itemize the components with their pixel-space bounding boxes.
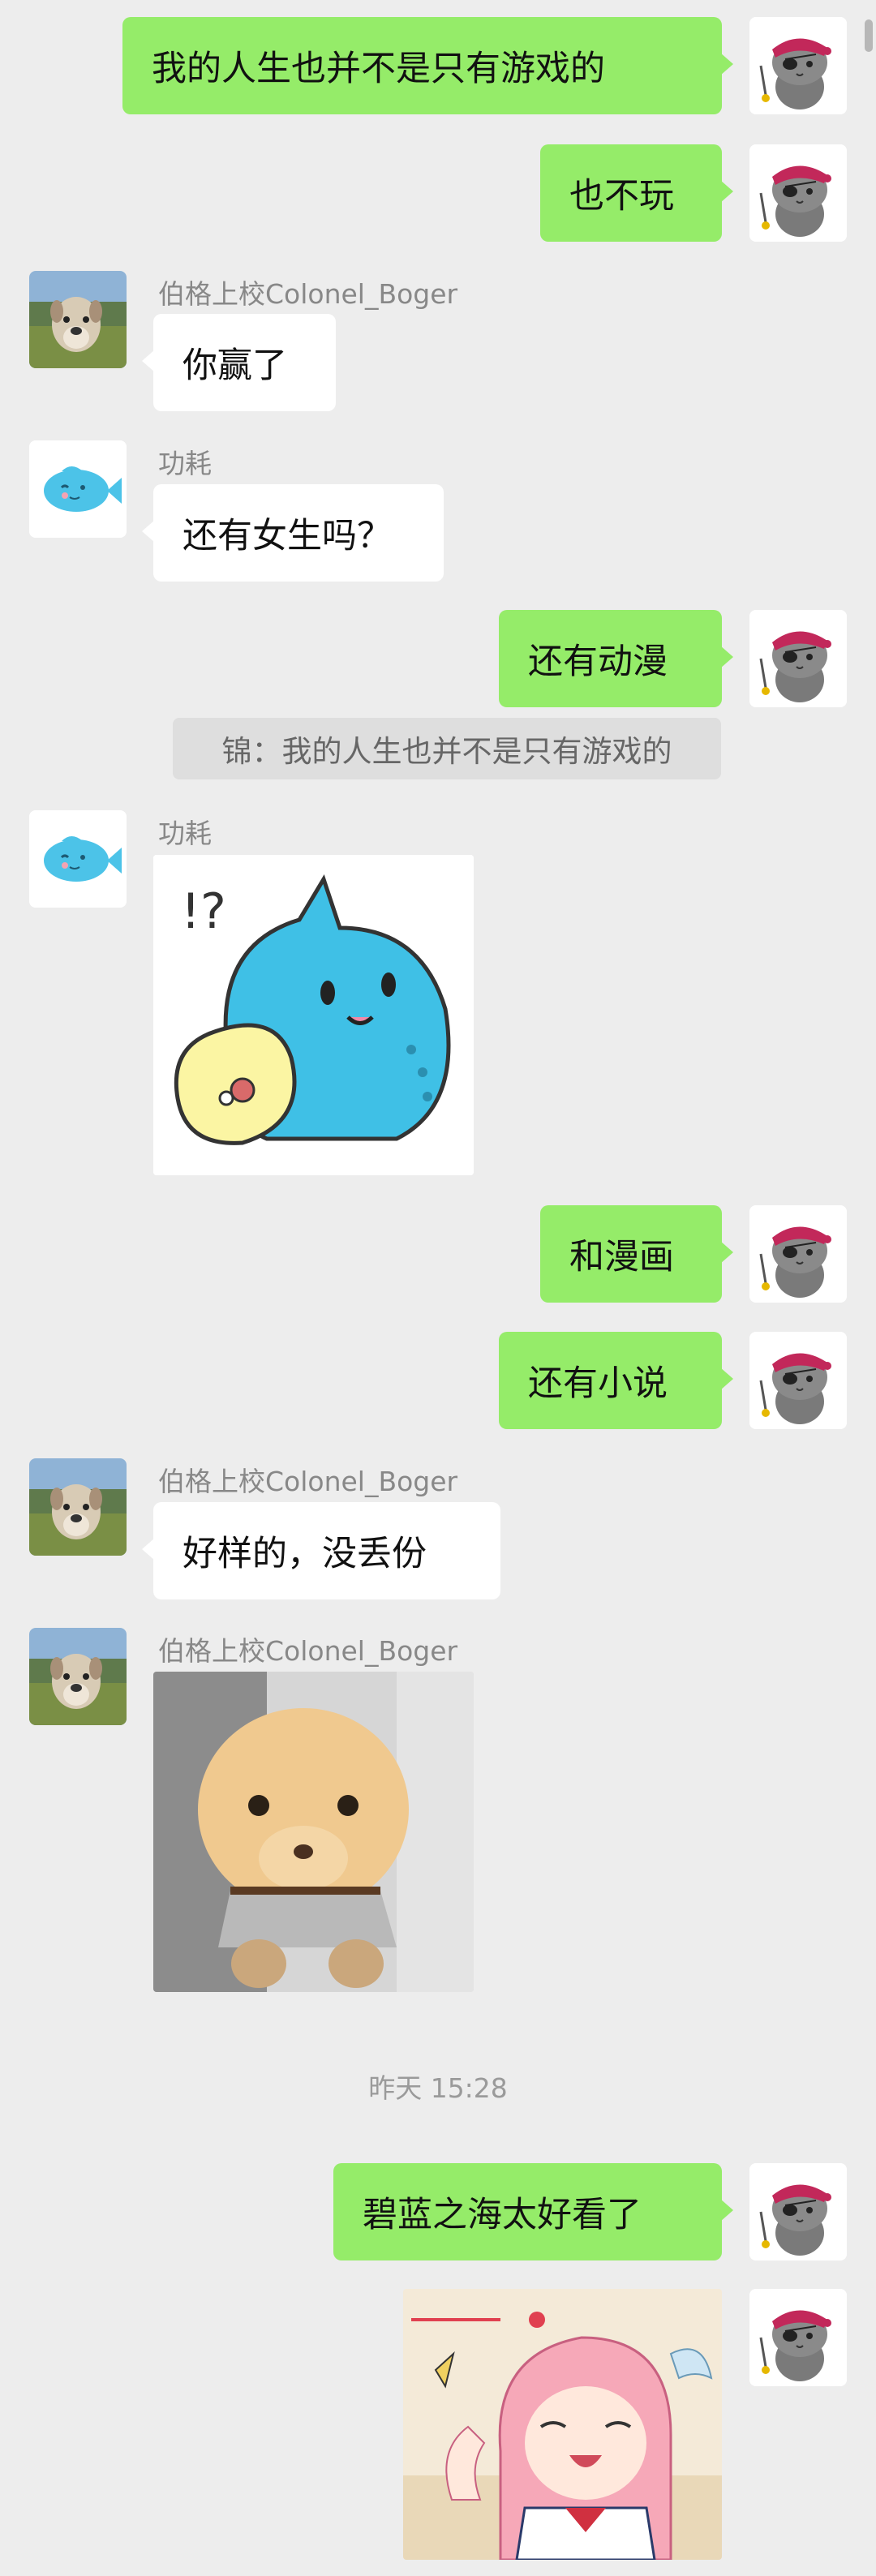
my-avatar[interactable] xyxy=(749,1205,847,1303)
my-avatar[interactable] xyxy=(749,144,847,242)
sender-name: 伯格上校Colonel_Boger xyxy=(158,1466,458,1497)
message-text: 还有动漫 xyxy=(528,642,668,682)
chat-timestamp: 昨天 15:28 xyxy=(368,2072,508,2104)
pirate-cat-avatar-icon xyxy=(749,2163,847,2260)
anime-girl-sticker-icon xyxy=(403,2289,722,2560)
message-bubble[interactable]: 我的人生也并不是只有游戏的 xyxy=(122,17,733,114)
message-bubble[interactable]: 好样的，没丢份 xyxy=(142,1502,500,1599)
my-avatar[interactable] xyxy=(749,610,847,707)
quoted-message[interactable]: 锦：我的人生也并不是只有游戏的 xyxy=(173,718,721,779)
message-text: 我的人生也并不是只有游戏的 xyxy=(152,49,605,89)
pirate-cat-avatar-icon xyxy=(749,17,847,114)
sticker-caption: !? xyxy=(181,883,226,940)
blue-cat-sticker-icon: !? xyxy=(153,855,474,1175)
sender-name: 伯格上校Colonel_Boger xyxy=(158,278,458,310)
my-avatar[interactable] xyxy=(749,2163,847,2260)
quoted-message-text: 锦：我的人生也并不是只有游戏的 xyxy=(221,734,672,769)
contact-avatar-gonghao[interactable] xyxy=(29,440,127,538)
message-bubble[interactable]: 你赢了 xyxy=(142,314,336,411)
my-avatar[interactable] xyxy=(749,2289,847,2386)
blue-fish-avatar-icon xyxy=(29,810,127,908)
plush-dog-photo[interactable] xyxy=(153,1672,474,1992)
message-bubble[interactable]: 和漫画 xyxy=(540,1205,733,1303)
message-text: 也不玩 xyxy=(569,176,674,217)
blue-fish-avatar-icon xyxy=(29,440,127,538)
pirate-cat-avatar-icon xyxy=(749,1205,847,1303)
message-text: 好样的，没丢份 xyxy=(182,1534,427,1574)
message-bubble[interactable]: 也不玩 xyxy=(540,144,733,242)
message-bubble[interactable]: 还有小说 xyxy=(499,1332,733,1429)
pirate-cat-avatar-icon xyxy=(749,144,847,242)
blue-cat-sticker[interactable]: !? xyxy=(153,855,474,1175)
plush-dog-photo-icon xyxy=(153,1672,474,1992)
message-text: 还有女生吗？ xyxy=(182,516,392,556)
message-text: 碧蓝之海太好看了 xyxy=(363,2195,642,2235)
dog-avatar-icon xyxy=(29,271,127,368)
contact-avatar-boger[interactable] xyxy=(29,271,127,368)
sender-name: 功耗 xyxy=(158,818,212,849)
message-text: 还有小说 xyxy=(528,1363,668,1404)
sender-name: 伯格上校Colonel_Boger xyxy=(158,1635,458,1667)
contact-avatar-boger[interactable] xyxy=(29,1458,127,1556)
anime-girl-sticker[interactable] xyxy=(403,2289,722,2560)
my-avatar[interactable] xyxy=(749,17,847,114)
message-bubble[interactable]: 碧蓝之海太好看了 xyxy=(333,2163,733,2260)
contact-avatar-boger[interactable] xyxy=(29,1628,127,1725)
message-bubble[interactable]: 还有动漫 xyxy=(499,610,733,707)
pirate-cat-avatar-icon xyxy=(749,610,847,707)
dog-avatar-icon xyxy=(29,1628,127,1725)
my-avatar[interactable] xyxy=(749,1332,847,1429)
message-text: 和漫画 xyxy=(569,1237,674,1277)
message-text: 你赢了 xyxy=(182,346,287,386)
sender-name: 功耗 xyxy=(158,448,212,479)
dog-avatar-icon xyxy=(29,1458,127,1556)
message-bubble[interactable]: 还有女生吗？ xyxy=(142,484,444,582)
scrollbar-thumb[interactable] xyxy=(865,19,873,52)
pirate-cat-avatar-icon xyxy=(749,2289,847,2386)
contact-avatar-gonghao[interactable] xyxy=(29,810,127,908)
pirate-cat-avatar-icon xyxy=(749,1332,847,1429)
